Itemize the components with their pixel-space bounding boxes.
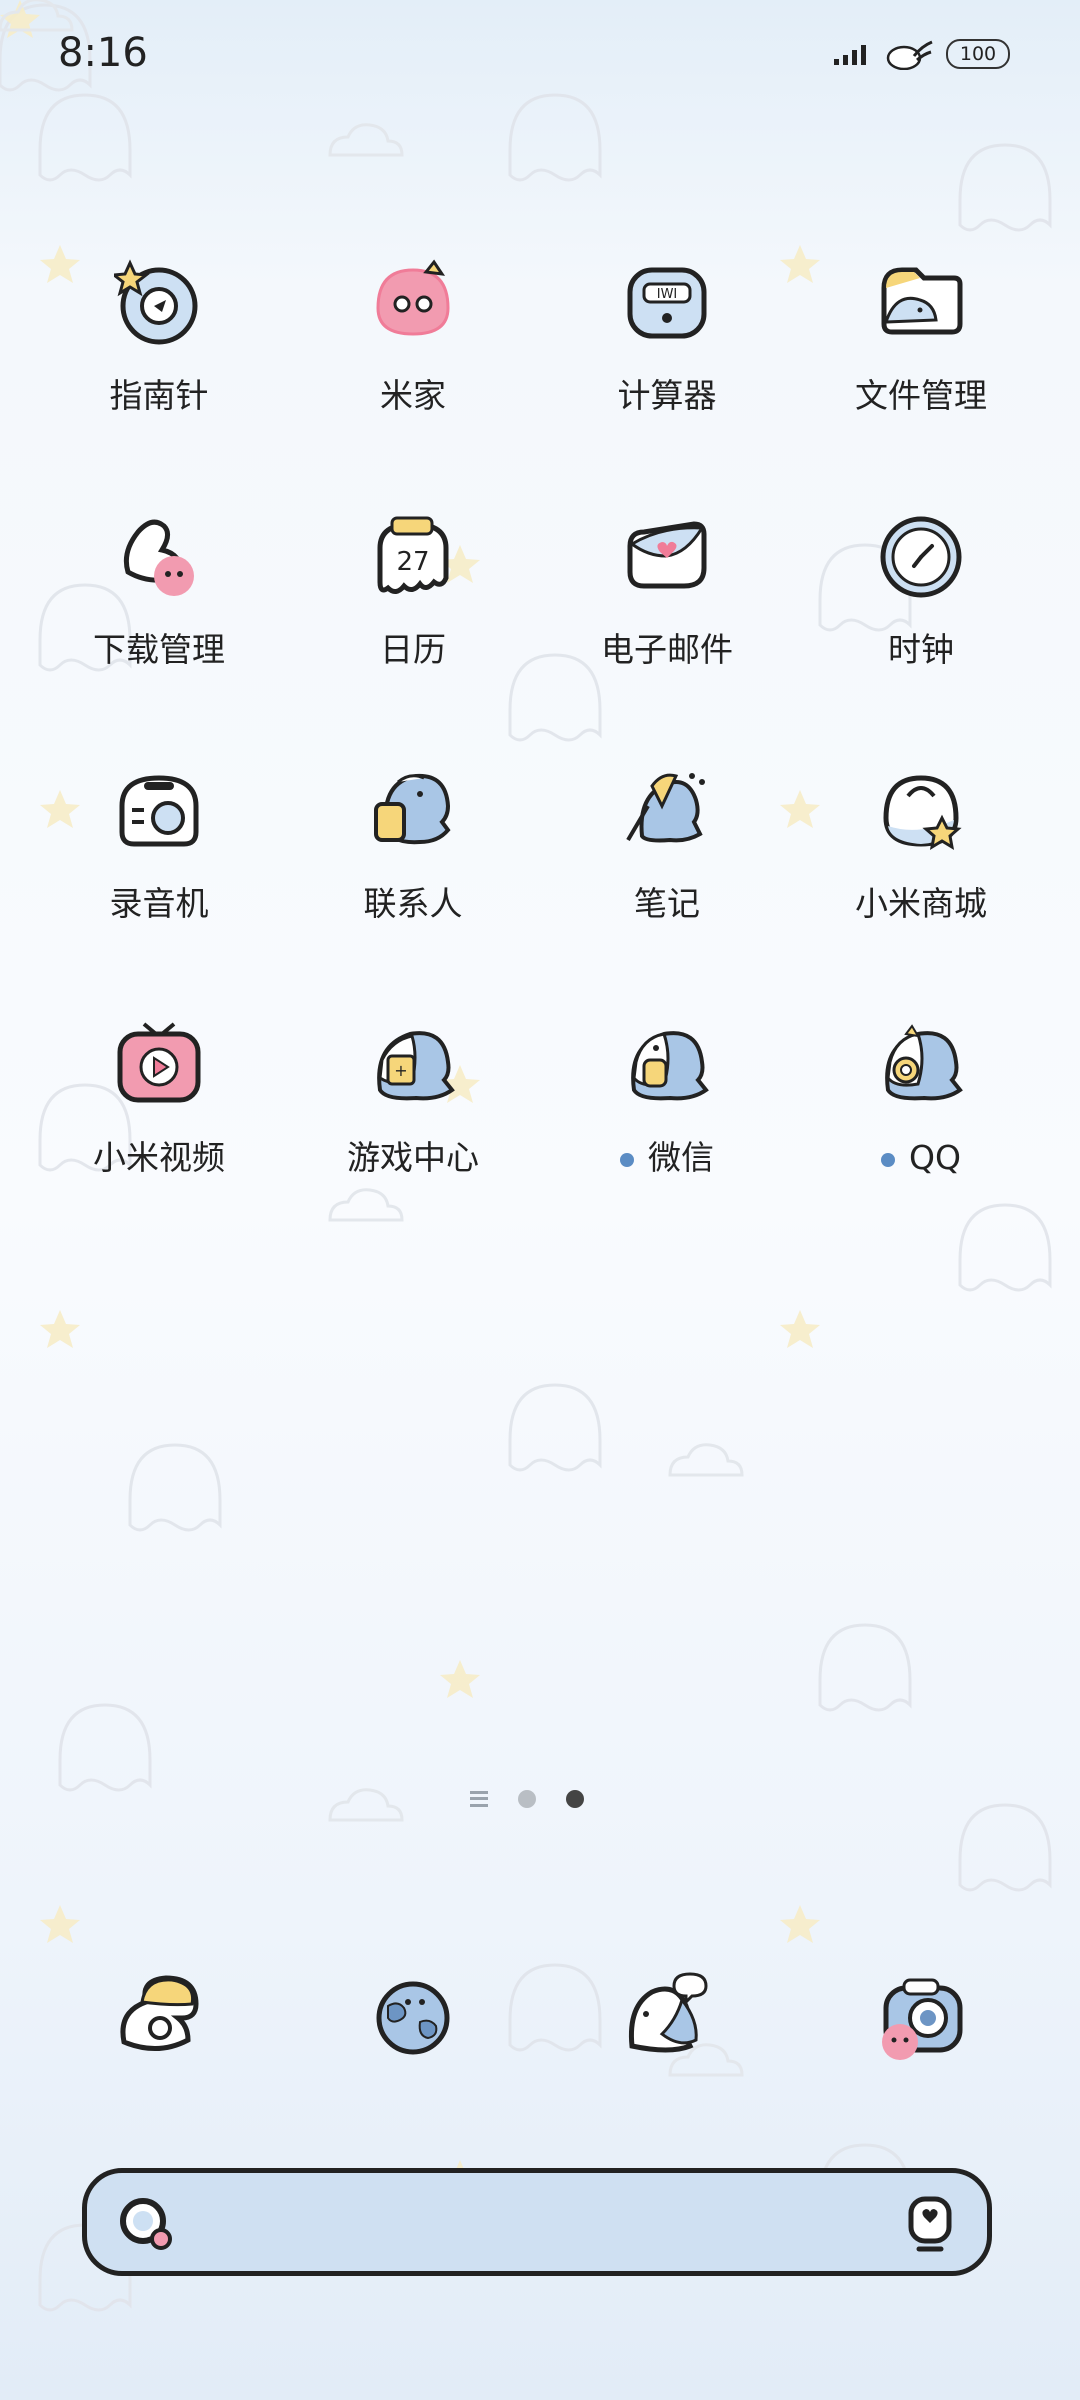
- qq-icon: [885, 1024, 963, 1101]
- app-label: 指南针: [109, 376, 209, 415]
- app-label: 米家: [380, 376, 446, 415]
- app-label: 下载管理: [93, 630, 225, 669]
- app-label: 录音机: [109, 884, 209, 923]
- camera-icon[interactable]: [876, 1972, 966, 2062]
- battery-indicator: 100: [946, 39, 1010, 69]
- notes-icon: [626, 773, 705, 843]
- app-wechat[interactable]: 微信: [540, 1020, 794, 1250]
- app-label: 微信: [540, 1138, 794, 1178]
- app-mi-video[interactable]: 小米视频: [32, 1020, 286, 1250]
- calculator-icon: IWI: [627, 267, 707, 339]
- app-label-text: 微信: [648, 1138, 714, 1177]
- app-compass[interactable]: 指南针: [32, 258, 286, 488]
- game-center-icon: +: [377, 1031, 455, 1101]
- search-bar[interactable]: [82, 2168, 992, 2276]
- page-dot[interactable]: [518, 1790, 536, 1808]
- app-label: 文件管理: [855, 376, 987, 415]
- svg-text:IWI: IWI: [657, 287, 678, 302]
- wechat-icon: [631, 1031, 709, 1101]
- app-label: 计算器: [617, 376, 717, 415]
- app-label: 时钟: [888, 630, 954, 669]
- compass-icon: [114, 259, 198, 345]
- app-calculator[interactable]: IWI 计算器: [540, 258, 794, 488]
- app-label-text: QQ: [909, 1138, 961, 1177]
- new-badge-dot: [881, 1152, 896, 1167]
- page-indicator-list-icon[interactable]: [470, 1791, 488, 1807]
- app-notes[interactable]: 笔记: [540, 766, 794, 996]
- downloads-icon: [123, 519, 194, 596]
- app-label: 小米视频: [93, 1138, 225, 1177]
- mi-store-icon: [883, 775, 962, 850]
- app-label: 游戏中心: [347, 1138, 479, 1177]
- signal-icon: [834, 45, 866, 65]
- page-indicator[interactable]: [470, 1790, 584, 1808]
- app-mi-store[interactable]: 小米商城: [794, 766, 1048, 996]
- app-game-center[interactable]: + 游戏中心: [286, 1020, 540, 1250]
- app-label: 电子邮件: [601, 630, 733, 669]
- email-icon: [627, 521, 707, 589]
- app-downloads[interactable]: 下载管理: [32, 512, 286, 742]
- app-label: QQ: [794, 1138, 1048, 1178]
- calendar-day: 27: [396, 547, 429, 577]
- status-icons: 100: [834, 38, 1010, 70]
- app-label: 笔记: [634, 884, 700, 923]
- app-contacts[interactable]: 联系人: [286, 766, 540, 996]
- browser-icon[interactable]: [368, 1972, 458, 2062]
- app-label: 联系人: [363, 884, 463, 923]
- app-label: 小米商城: [855, 884, 987, 923]
- app-qq[interactable]: QQ: [794, 1020, 1048, 1250]
- app-mi-home[interactable]: 米家: [286, 258, 540, 488]
- new-badge-dot: [620, 1152, 634, 1167]
- messages-icon[interactable]: [622, 1972, 712, 2062]
- recorder-icon: [119, 775, 199, 847]
- mi-video-icon: [117, 1022, 201, 1103]
- svg-text:+: +: [394, 1061, 407, 1080]
- page-dot-active[interactable]: [566, 1790, 584, 1808]
- app-recorder[interactable]: 录音机: [32, 766, 286, 996]
- wifi-icon: [886, 40, 933, 70]
- contacts-icon: [374, 773, 451, 845]
- app-clock[interactable]: 时钟: [794, 512, 1048, 742]
- app-file-manager[interactable]: 文件管理: [794, 258, 1048, 488]
- app-email[interactable]: 电子邮件: [540, 512, 794, 742]
- app-label: 日历: [380, 630, 446, 669]
- clock-icon: [880, 516, 962, 598]
- status-bar: 8:16 100: [0, 0, 1080, 110]
- app-calendar[interactable]: 27 日历: [286, 512, 540, 742]
- assistant-icon[interactable]: [905, 2195, 955, 2255]
- mi-home-icon: [376, 259, 450, 336]
- calendar-icon: 27: [377, 516, 449, 594]
- status-time: 8:16: [58, 30, 148, 76]
- file-manager-icon: [881, 267, 963, 335]
- phone-icon[interactable]: [114, 1972, 204, 2062]
- search-icon[interactable]: [117, 2195, 175, 2253]
